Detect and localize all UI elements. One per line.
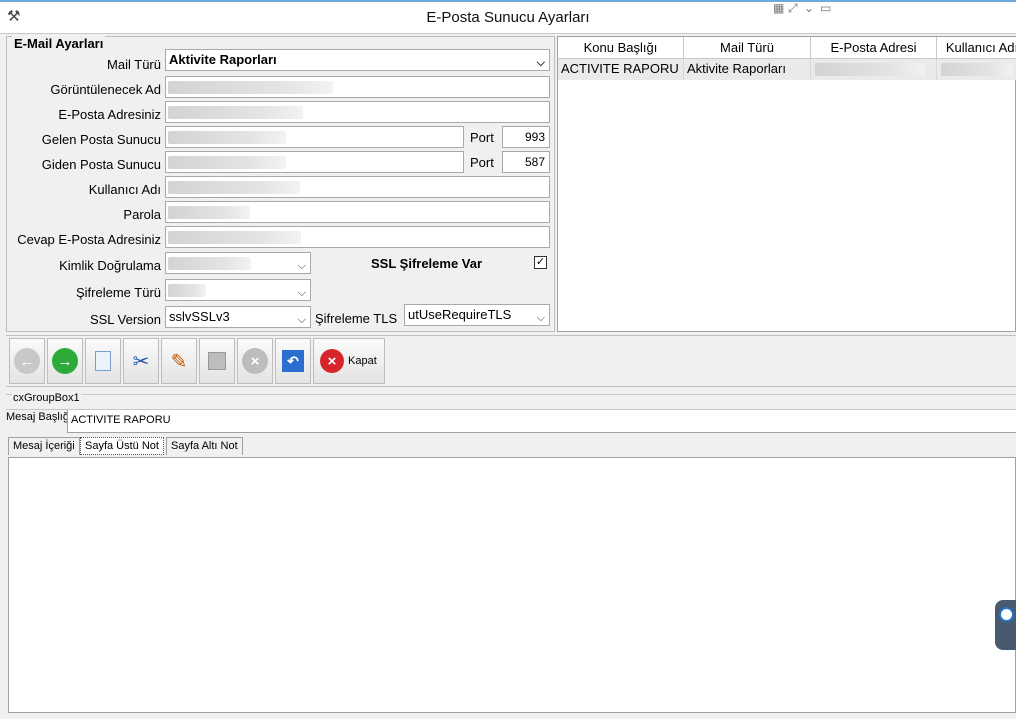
column-header-email[interactable]: E-Posta Adresi <box>811 37 937 59</box>
incoming-server-label: Gelen Posta Sunucu <box>41 132 161 147</box>
fullscreen-icon[interactable]: ⤢ <box>788 1 798 16</box>
mail-type-select[interactable]: Aktivite Raporları ⌵ <box>165 49 550 71</box>
arrow-right-icon: → <box>52 348 78 374</box>
close-button-label: Kapat <box>348 355 377 367</box>
email-field[interactable] <box>165 101 550 123</box>
new-button[interactable] <box>85 338 121 384</box>
ssl-version-select[interactable]: sslvSSLv3 ⌵ <box>165 306 311 328</box>
tab-page-header-note[interactable]: Sayfa Üstü Not <box>80 437 164 455</box>
cut-button[interactable]: ✂ <box>123 338 159 384</box>
mail-type-label: Mail Türü <box>107 57 161 72</box>
auth-select[interactable]: ⌵ <box>165 252 311 274</box>
grid-view-icon[interactable]: ▦ <box>773 1 784 15</box>
username-label: Kullanıcı Adı <box>88 182 161 197</box>
new-document-icon <box>95 351 111 371</box>
teamviewer-icon <box>999 607 1014 622</box>
ssl-encryption-checkbox[interactable]: ✓ <box>534 256 547 269</box>
table-cell[interactable] <box>811 59 937 80</box>
column-header-subject[interactable]: Konu Başlığı <box>558 37 684 59</box>
arrow-left-icon: ← <box>14 348 40 374</box>
tls-value: utUseRequireTLS <box>408 307 512 322</box>
tab-message-content[interactable]: Mesaj İçeriği <box>8 437 80 455</box>
cancel-x-icon: × <box>242 348 268 374</box>
chevron-down-icon[interactable]: ⌄ <box>804 1 814 15</box>
subject-label: Mesaj Başlığı <box>6 411 73 423</box>
subject-field[interactable]: ACTIVITE RAPORU <box>67 410 1016 433</box>
note-editor[interactable] <box>8 457 1016 713</box>
redacted-value <box>168 131 286 144</box>
password-label: Parola <box>123 207 161 222</box>
outgoing-server-field[interactable] <box>165 151 464 173</box>
redacted-value <box>815 63 925 76</box>
display-name-label: Görüntülenecek Ad <box>50 82 161 97</box>
mail-accounts-grid[interactable]: Konu Başlığı Mail Türü E-Posta Adresi Ku… <box>557 36 1016 332</box>
ssl-version-value: sslvSSLv3 <box>169 309 230 324</box>
remote-panel-handle[interactable] <box>995 600 1016 650</box>
next-button[interactable]: → <box>47 338 83 384</box>
undo-icon: ↶ <box>282 350 304 372</box>
chevron-down-icon: ⌵ <box>297 287 306 299</box>
table-cell[interactable]: Aktivite Raporları <box>684 59 811 80</box>
table-cell[interactable] <box>937 59 1016 80</box>
email-label: E-Posta Adresiniz <box>58 107 161 122</box>
redacted-value <box>168 206 250 219</box>
outgoing-port-field[interactable]: 587 <box>502 151 550 173</box>
ssl-version-label: SSL Version <box>89 312 161 327</box>
close-icon: × <box>320 349 344 373</box>
chevron-down-icon: ⌵ <box>536 312 545 324</box>
window-title: E-Posta Sunucu Ayarları <box>426 9 590 26</box>
redacted-value <box>168 181 300 194</box>
redacted-value <box>168 81 333 94</box>
remote-screen-icon[interactable]: ▭ <box>820 1 831 15</box>
outgoing-port-label: Port <box>470 155 494 170</box>
redacted-value <box>941 63 1013 76</box>
incoming-server-field[interactable] <box>165 126 464 148</box>
chevron-down-icon: ⌵ <box>297 260 306 272</box>
divider <box>6 394 1016 395</box>
redacted-value <box>168 106 303 119</box>
outgoing-server-label: Giden Posta Sunucu <box>41 157 161 172</box>
mail-type-value: Aktivite Raporları <box>169 52 277 67</box>
save-disk-icon <box>208 352 226 370</box>
cancel-button[interactable]: × <box>237 338 273 384</box>
column-header-mail-type[interactable]: Mail Türü <box>684 37 811 59</box>
reply-email-field[interactable] <box>165 226 550 248</box>
edit-pencil-icon: ✎ <box>170 350 188 373</box>
reply-email-label: Cevap E-Posta Adresiniz <box>17 232 161 247</box>
redacted-value <box>168 231 301 244</box>
column-header-username[interactable]: Kullanıcı Adı <box>937 37 1016 59</box>
table-cell[interactable]: ACTIVITE RAPORU <box>558 59 684 80</box>
ssl-encryption-label: SSL Şifreleme Var <box>371 256 483 271</box>
scissors-icon: ✂ <box>132 350 150 373</box>
close-button[interactable]: × Kapat <box>313 338 385 384</box>
save-button[interactable] <box>199 338 235 384</box>
redacted-value <box>168 156 286 169</box>
edit-button[interactable]: ✎ <box>161 338 197 384</box>
encryption-type-select[interactable]: ⌵ <box>165 279 311 301</box>
tab-page-footer-note[interactable]: Sayfa Altı Not <box>166 437 243 455</box>
redacted-value <box>168 257 251 270</box>
incoming-port-field[interactable]: 993 <box>502 126 550 148</box>
chevron-down-icon: ⌵ <box>297 314 306 326</box>
display-name-field[interactable] <box>165 76 550 98</box>
auth-label: Kimlik Doğrulama <box>59 258 161 273</box>
chevron-down-icon: ⌵ <box>536 57 545 69</box>
undo-button[interactable]: ↶ <box>275 338 311 384</box>
group-title: E-Mail Ayarları <box>12 36 106 51</box>
incoming-port-label: Port <box>470 130 494 145</box>
redacted-value <box>168 284 206 297</box>
tls-select[interactable]: utUseRequireTLS ⌵ <box>404 304 550 326</box>
back-button[interactable]: ← <box>9 338 45 384</box>
tls-label: Şifreleme TLS <box>315 311 398 326</box>
group-box-caption: cxGroupBox1 <box>12 392 81 404</box>
encryption-type-label: Şifreleme Türü <box>75 285 161 300</box>
password-field[interactable] <box>165 201 550 223</box>
username-field[interactable] <box>165 176 550 198</box>
